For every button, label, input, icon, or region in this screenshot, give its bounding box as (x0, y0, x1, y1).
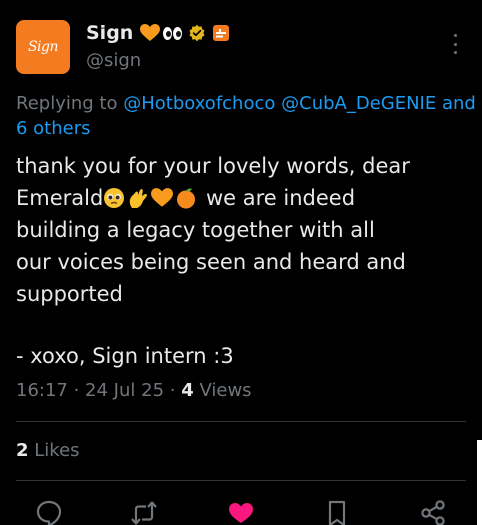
like-button[interactable] (226, 498, 256, 525)
bookmark-button[interactable] (322, 498, 352, 525)
likes-link[interactable]: 2 Likes (16, 440, 80, 461)
pinching-hand-emoji (130, 189, 148, 208)
tweet-signoff: - xoxo, Sign intern :3 (16, 344, 234, 368)
mention-link[interactable]: @CubA_DeGENIE (281, 93, 436, 114)
tweet-time[interactable]: 16:17 (16, 380, 68, 401)
likes-label: Likes (34, 440, 80, 461)
meta-separator: · (67, 380, 86, 401)
display-name[interactable]: Sign (86, 22, 133, 44)
tweet-text-line: supported (16, 282, 123, 306)
verified-badge-icon[interactable] (188, 24, 206, 42)
like-icon-filled (229, 503, 253, 523)
likes-count: 2 (16, 440, 29, 461)
replying-to-others-row: 6 others (16, 116, 482, 142)
tweet-text-fragment: we are indeed (199, 186, 356, 210)
tweet-date[interactable]: 24 Jul 25 (85, 380, 164, 401)
author-handle[interactable]: @sign (86, 50, 141, 71)
affiliate-logo-icon (216, 29, 227, 38)
orange-heart-emoji (151, 188, 174, 207)
meta-separator: · (164, 380, 182, 401)
divider (16, 421, 466, 422)
tweet-actions-bar (0, 498, 482, 525)
avatar[interactable]: Sign (16, 20, 70, 74)
author-name-row[interactable]: Sign (86, 22, 230, 44)
orange-heart-icon (140, 24, 161, 41)
reply-icon (36, 500, 62, 525)
tweet-text-line: our voices being seen and heard and (16, 250, 406, 274)
scrollbar[interactable] (477, 440, 482, 525)
divider (16, 480, 466, 481)
share-icon (421, 500, 445, 525)
tweet-text-line: building a legacy together with all (16, 218, 375, 242)
and-text[interactable]: and (442, 93, 476, 114)
others-link[interactable]: 6 others (16, 118, 91, 139)
affiliate-badge-icon[interactable] (213, 25, 230, 41)
share-button[interactable] (418, 498, 448, 525)
bookmark-icon (328, 500, 346, 525)
views-count[interactable]: 4 (181, 380, 194, 401)
tweet-metadata: 16:17 · 24 Jul 25 · 4 Views (16, 380, 252, 401)
replying-to: Replying to @Hotboxofchoco @CubA_DeGENIE… (16, 91, 482, 117)
reply-button[interactable] (34, 498, 64, 525)
tweet-text-fragment: Emerald (16, 186, 104, 210)
eyes-icon (163, 26, 183, 40)
retweet-icon (131, 501, 157, 525)
retweet-button[interactable] (129, 498, 159, 525)
avatar-logo-text: Sign (27, 39, 59, 55)
tweet-text-line: thank you for your lovely words, dear (16, 154, 410, 178)
tangerine-emoji (177, 188, 196, 209)
more-options-icon[interactable] (446, 34, 464, 54)
mention-link[interactable]: @Hotboxofchoco (123, 93, 275, 114)
views-label[interactable]: Views (199, 380, 251, 401)
pleading-face-emoji (104, 188, 125, 208)
tweet-text-line: Emerald we are indeed (16, 182, 476, 214)
replying-to-label: Replying to (16, 93, 118, 114)
tweet-text: thank you for your lovely words, dear Em… (16, 150, 476, 310)
